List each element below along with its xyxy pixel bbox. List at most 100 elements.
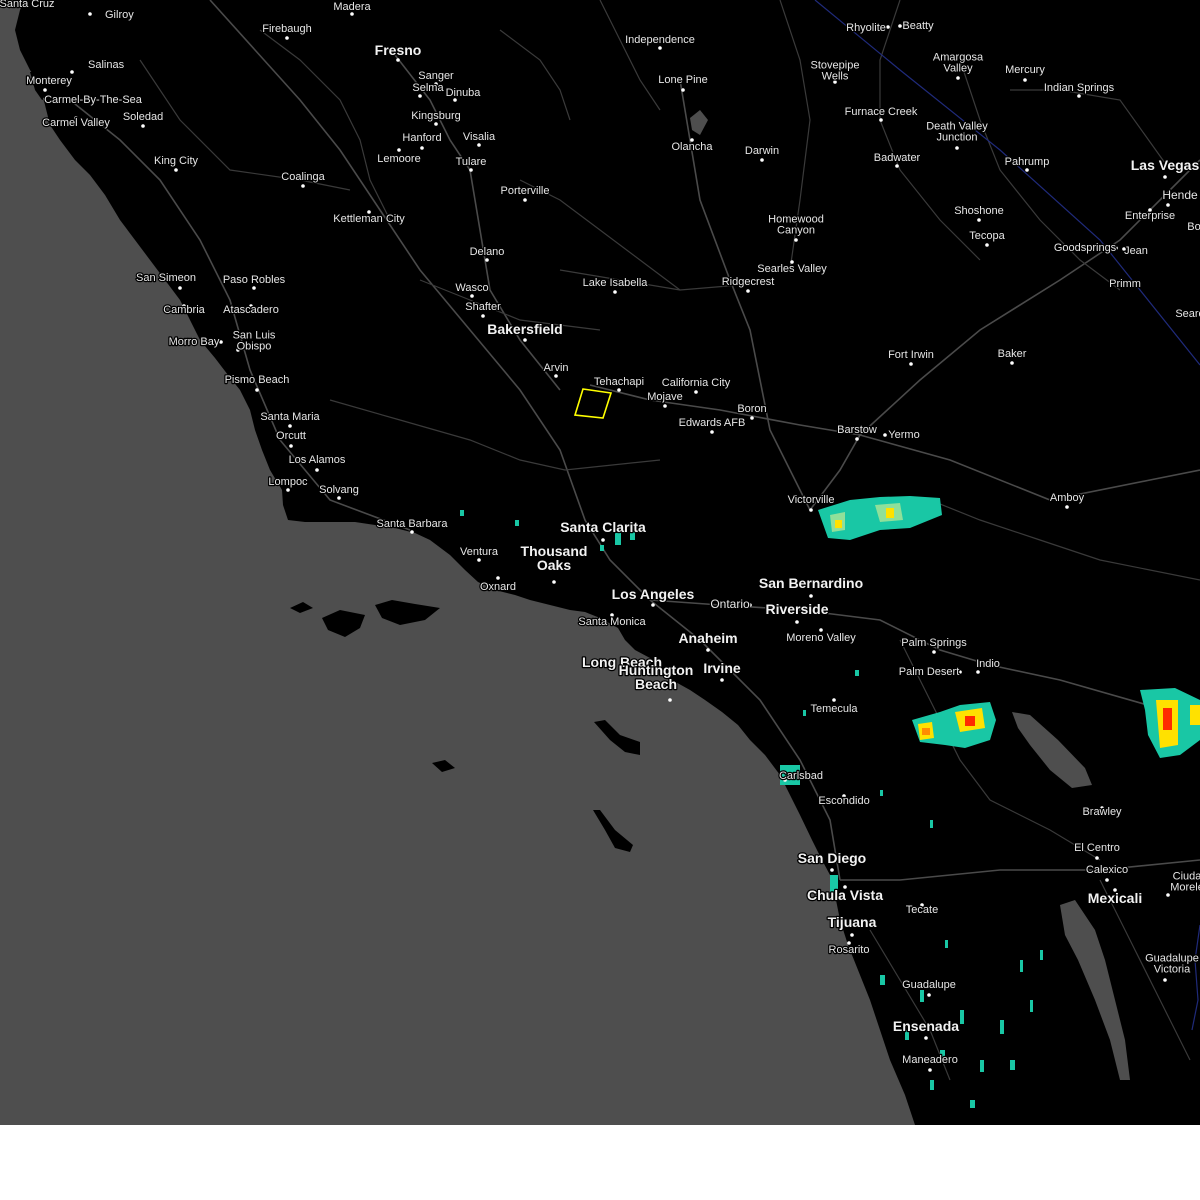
place-label-edwards-afb: Edwards AFB (679, 417, 746, 429)
place-label-porterville: Porterville (501, 185, 550, 197)
place-label-indian-springs: Indian Springs (1044, 82, 1115, 94)
place-dot-santa-maria (288, 424, 292, 428)
place-label-solvang: Solvang (319, 484, 359, 496)
place-label-atascadero: Atascadero (223, 304, 279, 316)
place-dot-maneadero (928, 1068, 932, 1072)
place-label-salinas: Salinas (88, 59, 125, 71)
place-label-santa-monica: Santa Monica (578, 616, 646, 628)
place-label-boron: Boron (737, 403, 766, 415)
place-dot-las-vegas (1163, 175, 1167, 179)
place-dot-lemoore (397, 148, 401, 152)
place-dot-barstow (855, 437, 859, 441)
place-label-baker: Baker (998, 348, 1027, 360)
place-label-amboy: Amboy (1050, 492, 1085, 504)
place-dot-mercury (1023, 78, 1027, 82)
place-dot-hende (1166, 203, 1170, 207)
place-label-lake-isabella: Lake Isabella (583, 277, 649, 289)
place-label-carmel-valley: Carmel Valley (42, 117, 110, 129)
place-label-dinuba: Dinuba (446, 87, 482, 99)
place-label-searles-valley: Searles Valley (757, 263, 827, 275)
place-label-tehachapi: Tehachapi (594, 376, 644, 388)
place-dot-salinas (70, 70, 74, 74)
place-label-mojave: Mojave (647, 391, 682, 403)
place-label-rosarito: Rosarito (829, 944, 870, 956)
place-label-tecopa: Tecopa (969, 230, 1005, 242)
place-dot-badwater (895, 164, 899, 168)
place-dot-orcutt (289, 444, 293, 448)
place-dot-tulare (469, 168, 473, 172)
place-label-mexicali: Mexicali (1088, 890, 1142, 906)
place-dot-hanford (420, 146, 424, 150)
place-label-calexico: Calexico (1086, 864, 1128, 876)
place-dot-victorville (809, 508, 813, 512)
place-label-bakersfield: Bakersfield (487, 321, 562, 337)
place-label-olancha: Olancha (672, 141, 714, 153)
place-dot-los-angeles (651, 603, 655, 607)
place-dot-fort-irwin (909, 362, 913, 366)
place-label-anaheim: Anaheim (678, 630, 737, 646)
place-dot-paso-robles (252, 286, 256, 290)
place-dot-pahrump (1025, 168, 1029, 172)
place-dot-kingsburg (434, 122, 438, 126)
place-label-enterprise: Enterprise (1125, 210, 1175, 222)
place-label-hanford: Hanford (402, 132, 441, 144)
place-label-mercury: Mercury (1005, 64, 1045, 76)
place-dot-shafter (481, 314, 485, 318)
place-label-primm: Primm (1109, 278, 1141, 290)
place-label-brawley: Brawley (1082, 806, 1122, 818)
place-label-santa-barbara: Santa Barbara (377, 518, 449, 530)
place-label-tijuana: Tijuana (828, 914, 877, 930)
place-dot-pismo-beach (255, 388, 259, 392)
place-dot-death-valley-junction (955, 146, 959, 150)
radar-map[interactable]: Santa Cruz Gilroy Madera Firebaugh Fresno Sal… (0, 0, 1200, 1125)
place-label-wasco: Wasco (455, 282, 488, 294)
place-dot-indio (976, 670, 980, 674)
place-label-carlsbad: Carlsbad (779, 770, 823, 782)
place-label-riverside: Riverside (765, 601, 828, 617)
place-dot-lompoc (286, 488, 290, 492)
place-label-lemoore: Lemoore (377, 153, 420, 165)
place-label-escondido: Escondido (818, 795, 869, 807)
place-label-monterey: Monterey (26, 75, 72, 87)
place-label-ontario: Ontario (710, 597, 750, 611)
place-label-kettleman-city: Kettleman City (333, 213, 405, 225)
place-dot-amboy (1065, 505, 1069, 509)
place-dot-arvin (554, 374, 558, 378)
place-dot-san-bernardino (809, 594, 813, 598)
place-dot-santa-barbara (410, 530, 414, 534)
place-dot-fresno (396, 58, 400, 62)
place-label-ridgecrest: Ridgecrest (722, 276, 775, 288)
place-dot-independence (658, 46, 662, 50)
place-label-los-angeles: Los Angeles (612, 586, 695, 602)
place-dot-ensenada (924, 1036, 928, 1040)
place-label-firebaugh: Firebaugh (262, 23, 312, 35)
place-label-california-city: California City (662, 377, 731, 389)
place-dot-bakersfield (523, 338, 527, 342)
place-label-fort-irwin: Fort Irwin (888, 349, 934, 361)
place-label-los-alamos: Los Alamos (289, 454, 346, 466)
place-dot-anaheim (706, 648, 710, 652)
place-label-cambria: Cambria (163, 304, 205, 316)
place-label-soledad: Soledad (123, 111, 163, 123)
place-dot-gilroy (88, 12, 92, 16)
place-dot-ventura (477, 558, 481, 562)
place-label-santa-cruz: Santa Cruz (0, 0, 55, 10)
place-dot-firebaugh (285, 36, 289, 40)
place-dot-los-alamos (315, 468, 319, 472)
place-label-independence: Independence (625, 34, 695, 46)
place-label-victorville: Victorville (788, 494, 835, 506)
place-label-lone-pine: Lone Pine (658, 74, 708, 86)
place-dot-king-city (174, 168, 178, 172)
place-dot-el-centro (1095, 856, 1099, 860)
place-dot-shoshone (977, 218, 981, 222)
place-label-visalia: Visalia (463, 131, 496, 143)
place-dot-solvang (337, 496, 341, 500)
place-dot-monterey (43, 88, 47, 92)
place-label-indio: Indio (976, 658, 1000, 670)
place-dot-homewood-canyon (794, 238, 798, 242)
place-label-gilroy: Gilroy (105, 9, 134, 21)
place-label-pahrump: Pahrump (1005, 156, 1050, 168)
place-label-rhyolite: Rhyolite (846, 22, 886, 34)
place-dot-san-simeon (178, 286, 182, 290)
place-dot-beatty (898, 24, 902, 28)
